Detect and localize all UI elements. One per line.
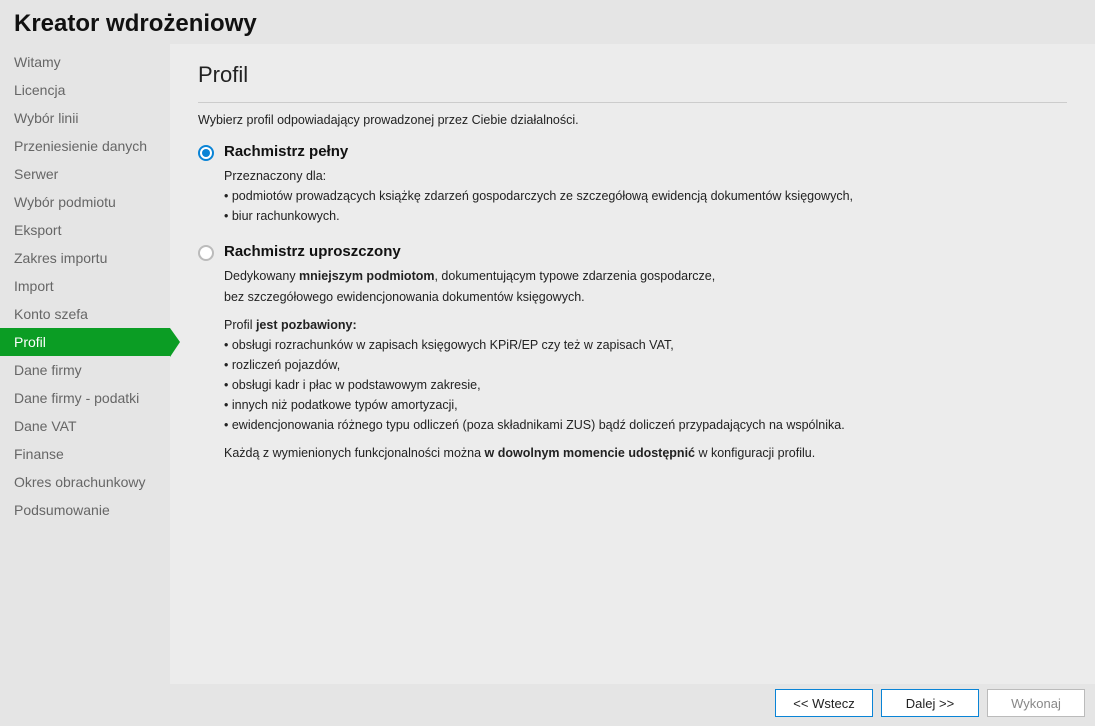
- back-button[interactable]: << Wstecz: [775, 689, 873, 717]
- sidebar-item-6[interactable]: Eksport: [0, 216, 170, 244]
- profile-option-full-desc: Przeznaczony dla: • podmiotów prowadzący…: [224, 167, 1067, 225]
- footer: << Wstecz Dalej >> Wykonaj: [0, 686, 1095, 726]
- wizard-title: Kreator wdrożeniowy: [14, 10, 1081, 38]
- sidebar-item-4[interactable]: Serwer: [0, 160, 170, 188]
- page-title: Profil: [198, 62, 1067, 88]
- sidebar-item-12[interactable]: Dane firmy - podatki: [0, 384, 170, 412]
- profile-option-full-label: Rachmistrz pełny: [224, 143, 348, 160]
- option2-bullet: • obsługi rozrachunków w zapisach księgo…: [224, 336, 1067, 354]
- option2-intro2: Profil jest pozbawiony:: [224, 316, 1067, 334]
- profile-option-full[interactable]: Rachmistrz pełny: [198, 143, 1067, 161]
- header: Kreator wdrożeniowy: [0, 0, 1095, 44]
- sidebar-item-5[interactable]: Wybór podmiotu: [0, 188, 170, 216]
- sidebar-item-2[interactable]: Wybór linii: [0, 104, 170, 132]
- sidebar-item-1[interactable]: Licencja: [0, 76, 170, 104]
- profile-option-simplified[interactable]: Rachmistrz uproszczony: [198, 243, 1067, 261]
- main-panel: Profil Wybierz profil odpowiadający prow…: [170, 44, 1095, 684]
- sidebar-item-3[interactable]: Przeniesienie danych: [0, 132, 170, 160]
- option2-bullet: • obsługi kadr i płac w podstawowym zakr…: [224, 376, 1067, 394]
- option2-footnote: Każdą z wymienionych funkcjonalności moż…: [224, 444, 1067, 462]
- option1-intro: Przeznaczony dla:: [224, 167, 1067, 185]
- next-button[interactable]: Dalej >>: [881, 689, 979, 717]
- option2-line2: bez szczegółowego ewidencjonowania dokum…: [224, 288, 1067, 306]
- profile-option-simplified-desc: Dedykowany mniejszym podmiotom, dokument…: [224, 267, 1067, 462]
- option1-bullet: • podmiotów prowadzących książkę zdarzeń…: [224, 187, 1067, 205]
- sidebar-item-0[interactable]: Witamy: [0, 48, 170, 76]
- execute-button: Wykonaj: [987, 689, 1085, 717]
- sidebar-item-8[interactable]: Import: [0, 272, 170, 300]
- radio-icon[interactable]: [198, 245, 214, 261]
- sidebar-item-10[interactable]: Profil: [0, 328, 170, 356]
- option2-line1: Dedykowany mniejszym podmiotom, dokument…: [224, 267, 1067, 285]
- page-instruction: Wybierz profil odpowiadający prowadzonej…: [198, 113, 1067, 127]
- sidebar-item-11[interactable]: Dane firmy: [0, 356, 170, 384]
- divider: [198, 102, 1067, 103]
- profile-option-simplified-label: Rachmistrz uproszczony: [224, 243, 401, 260]
- sidebar-item-14[interactable]: Finanse: [0, 440, 170, 468]
- option2-bullet: • ewidencjonowania różnego typu odliczeń…: [224, 416, 1067, 434]
- sidebar-item-15[interactable]: Okres obrachunkowy: [0, 468, 170, 496]
- option1-bullet: • biur rachunkowych.: [224, 207, 1067, 225]
- option2-bullet: • rozliczeń pojazdów,: [224, 356, 1067, 374]
- radio-icon[interactable]: [198, 145, 214, 161]
- option2-bullet: • innych niż podatkowe typów amortyzacji…: [224, 396, 1067, 414]
- sidebar-item-13[interactable]: Dane VAT: [0, 412, 170, 440]
- sidebar: WitamyLicencjaWybór liniiPrzeniesienie d…: [0, 44, 170, 684]
- sidebar-item-9[interactable]: Konto szefa: [0, 300, 170, 328]
- sidebar-item-16[interactable]: Podsumowanie: [0, 496, 170, 524]
- sidebar-item-7[interactable]: Zakres importu: [0, 244, 170, 272]
